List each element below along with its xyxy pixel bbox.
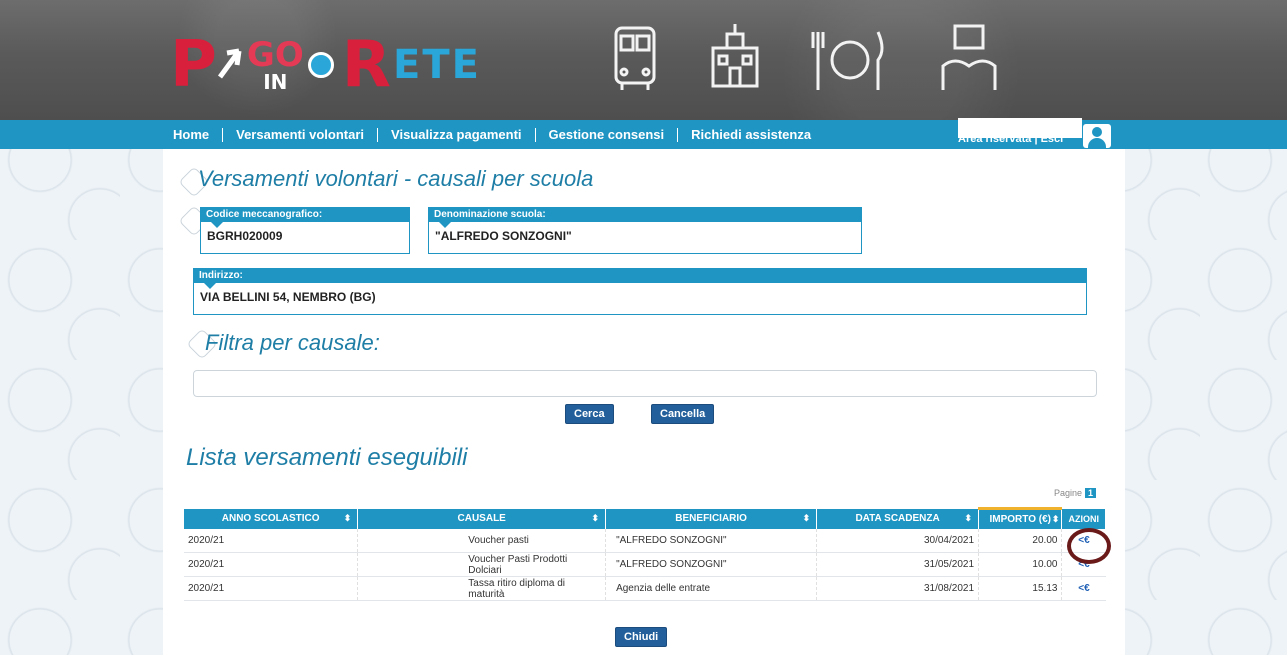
payments-table: ANNO SCOLASTICO ⬍ CAUSALE ⬍ BENEFICIARIO ⬍ … [184, 507, 1106, 601]
nav-separator: | [1034, 133, 1038, 145]
sort-icon[interactable]: ⬍ [1052, 514, 1060, 525]
filter-title: Filtra per causale: [205, 330, 380, 355]
col-scadenza-label: DATA SCADENZA [855, 513, 940, 524]
cell-anno: 2020/21 [184, 552, 359, 577]
col-causale-label: CAUSALE [457, 513, 506, 524]
reserved-area: Area riservata | Esci [958, 133, 1063, 145]
col-importo[interactable]: IMPORTO (€) ⬍ [978, 507, 1063, 529]
cell-importo: 20.00 [978, 528, 1063, 553]
page-number-1[interactable]: 1 [1085, 488, 1097, 498]
pay-action-button[interactable]: <€ [1061, 552, 1106, 577]
cell-scadenza: 31/05/2021 [816, 552, 980, 577]
logo-in: IN [263, 70, 288, 94]
col-azioni: AZIONI [1061, 508, 1106, 529]
search-button[interactable]: Cerca [565, 404, 614, 424]
cell-beneficiario: "ALFREDO SONZOGNI" [605, 552, 818, 577]
col-beneficiario[interactable]: BENEFICIARIO ⬍ [605, 508, 818, 529]
cell-beneficiario: Agenzia delle entrate [605, 576, 818, 601]
nav-visualizza-pagamenti[interactable]: Visualizza pagamenti [378, 127, 536, 142]
logout-link[interactable]: Esci [1041, 133, 1064, 145]
school-address-value: VIA BELLINI 54, NEMBRO (BG) [200, 290, 376, 304]
school-name-label: Denominazione scuola: [429, 208, 861, 228]
nav-gestione-consensi[interactable]: Gestione consensi [536, 127, 679, 142]
school-code-label: Codice meccanografico: [201, 208, 409, 228]
table-row: 2020/21 Tassa ritiro diploma di maturità… [184, 576, 1106, 601]
nav-versamenti-volontari[interactable]: Versamenti volontari [223, 127, 379, 142]
cell-anno: 2020/21 [184, 576, 359, 601]
cell-causale: Voucher pasti [357, 528, 607, 553]
school-name-box: Denominazione scuola: "ALFREDO SONZOGNI" [428, 207, 862, 254]
col-importo-label: IMPORTO (€) [989, 513, 1051, 525]
bus-icon [614, 26, 656, 90]
school-icon [711, 24, 759, 88]
cell-anno: 2020/21 [184, 528, 359, 553]
cell-importo: 10.00 [978, 552, 1063, 577]
school-code-value: BGRH020009 [207, 229, 283, 243]
pay-action-button[interactable]: <€ [1061, 576, 1106, 601]
cell-scadenza: 30/04/2021 [816, 528, 980, 553]
nav-home[interactable]: Home [173, 127, 224, 142]
page-title: Versamenti volontari - causali per scuol… [198, 166, 594, 191]
list-title: Lista versamenti eseguibili [186, 444, 468, 471]
causale-filter-input[interactable] [193, 370, 1097, 397]
pagination: Pagine 1 [1054, 488, 1097, 498]
logo-ete: ETE [393, 42, 481, 88]
cell-causale: Voucher Pasti Prodotti Dolciari [357, 552, 607, 577]
table-header-row: ANNO SCOLASTICO ⬍ CAUSALE ⬍ BENEFICIARIO ⬍ … [184, 507, 1106, 529]
cutlery-icon [811, 31, 884, 90]
clear-button[interactable]: Cancella [651, 404, 715, 424]
nav-richiedi-assistenza[interactable]: Richiedi assistenza [678, 127, 824, 142]
reserved-area-link[interactable]: Area riservata [958, 133, 1031, 145]
sort-icon[interactable]: ⬍ [803, 513, 811, 524]
school-address-box: Indirizzo: VIA BELLINI 54, NEMBRO (BG) [193, 268, 1087, 315]
col-beneficiario-label: BENEFICIARIO [675, 513, 747, 524]
col-anno-scolastico[interactable]: ANNO SCOLASTICO ⬍ [184, 508, 359, 529]
museum-icon [941, 24, 997, 90]
table-row: 2020/21 Voucher pasti "ALFREDO SONZOGNI"… [184, 528, 1106, 553]
header-banner: P GO IN R ETE [0, 0, 1287, 120]
pago-in-rete-logo[interactable]: P GO IN R ETE [170, 30, 481, 100]
col-causale[interactable]: CAUSALE ⬍ [357, 508, 607, 529]
sort-icon[interactable]: ⬍ [964, 513, 972, 524]
logo-go-in: GO IN [247, 38, 304, 92]
user-avatar-icon[interactable] [1083, 124, 1111, 148]
table-row: 2020/21 Voucher Pasti Prodotti Dolciari … [184, 552, 1106, 577]
logo-go: GO [246, 35, 304, 75]
cell-importo: 15.13 [978, 576, 1063, 601]
sort-icon[interactable]: ⬍ [344, 513, 352, 524]
col-data-scadenza[interactable]: DATA SCADENZA ⬍ [816, 508, 980, 529]
cell-causale: Tassa ritiro diploma di maturità [357, 576, 607, 601]
pay-action-button[interactable]: <€ [1061, 528, 1106, 553]
chalk-icons [610, 20, 1005, 100]
cell-beneficiario: "ALFREDO SONZOGNI" [605, 528, 818, 553]
sort-icon[interactable]: ⬍ [592, 513, 600, 524]
close-button[interactable]: Chiudi [615, 627, 668, 647]
cell-scadenza: 31/08/2021 [816, 576, 980, 601]
logo-arrow-icon [217, 43, 243, 88]
logo-letter-r: R [341, 28, 391, 102]
school-name-value: "ALFREDO SONZOGNI" [435, 229, 572, 243]
school-address-label: Indirizzo: [194, 269, 1086, 289]
pages-label: Pagine [1054, 488, 1083, 498]
logo-letter-p: P [170, 28, 217, 102]
logo-globe-icon [307, 52, 334, 78]
col-anno-label: ANNO SCOLASTICO [221, 513, 320, 524]
school-code-box: Codice meccanografico: BGRH020009 [200, 207, 410, 254]
